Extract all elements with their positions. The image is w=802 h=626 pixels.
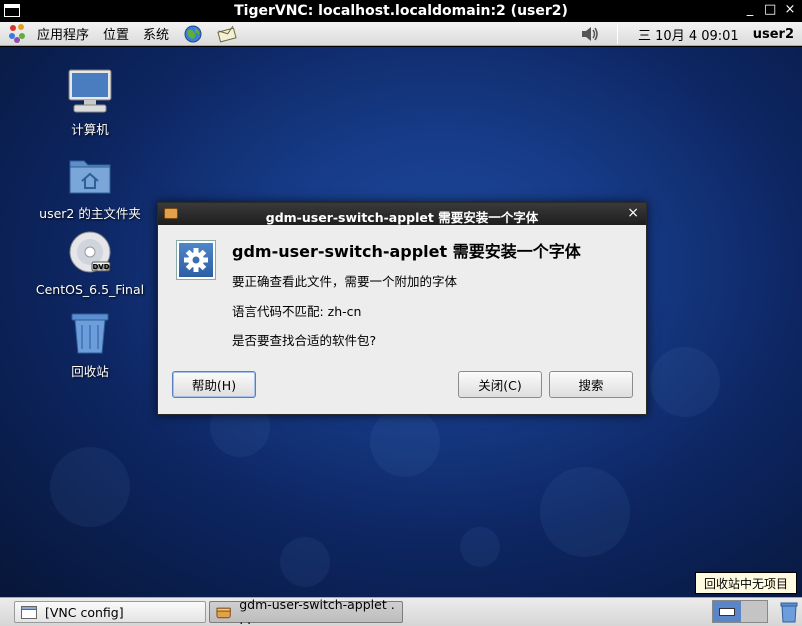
web-browser-icon[interactable] — [182, 24, 204, 44]
menu-applications[interactable]: 应用程序 — [30, 22, 96, 46]
desktop-icon-home-folder[interactable]: user2 的主文件夹 — [35, 151, 145, 222]
dvd-icon: DVD — [66, 230, 114, 278]
dialog-heading: gdm-user-switch-applet 需要安装一个字体 — [232, 242, 581, 261]
desktop-icon-label: CentOS_6.5_Final — [35, 282, 145, 297]
taskbar-item-dialog[interactable]: gdm-user-switch-applet . . . — [209, 597, 403, 626]
close-button[interactable]: × — [784, 2, 796, 17]
vnc-titlebar: TigerVNC: localhost.localdomain:2 (user2… — [0, 0, 802, 22]
menu-system[interactable]: 系统 — [136, 22, 176, 46]
panel-separator — [617, 24, 619, 44]
taskbar-item-label: [VNC config] — [45, 604, 124, 620]
dialog-title: gdm-user-switch-applet 需要安装一个字体 — [265, 210, 539, 225]
trash-icon — [66, 309, 114, 357]
desktop-icon-label: user2 的主文件夹 — [39, 206, 141, 221]
window-icon — [21, 605, 37, 619]
maximize-button[interactable]: □ — [764, 2, 776, 17]
package-icon — [216, 607, 231, 618]
menu-places[interactable]: 位置 — [96, 22, 136, 46]
trash-tooltip: 回收站中无项目 — [695, 572, 797, 594]
search-button[interactable]: 搜索 — [549, 371, 633, 398]
user-switcher[interactable]: user2 — [749, 27, 802, 42]
dialog-close-icon[interactable]: × — [627, 205, 639, 221]
dialog-message-line2: 语言代码不匹配: zh-cn — [232, 304, 362, 319]
gear-icon — [177, 241, 215, 279]
desktop-icon-label: 回收站 — [71, 364, 109, 379]
mail-icon[interactable] — [216, 24, 238, 44]
gnome-foot-icon[interactable] — [8, 23, 28, 44]
volume-icon[interactable] — [579, 24, 601, 44]
home-folder-icon — [66, 151, 114, 199]
bottom-panel: [VNC config] gdm-user-switch-applet . . … — [0, 597, 802, 626]
trash-applet-icon[interactable] — [779, 601, 799, 623]
workspace-2[interactable] — [741, 601, 767, 622]
taskbar-item-vnc-config[interactable]: [VNC config] — [14, 601, 206, 623]
desktop-icon-computer[interactable]: 计算机 — [35, 67, 145, 138]
top-panel: 应用程序 位置 系统 三 10月 4 09:01 user2 — [0, 22, 802, 46]
taskbar-item-label: gdm-user-switch-applet . . . — [239, 597, 395, 626]
dialog-message-line3: 是否要查找合适的软件包? — [232, 333, 377, 348]
minimize-button[interactable]: _ — [744, 2, 756, 17]
close-dialog-button[interactable]: 关闭(C) — [458, 371, 542, 398]
dialog-titlebar[interactable]: gdm-user-switch-applet 需要安装一个字体 × — [158, 203, 646, 225]
desktop-icon-trash[interactable]: 回收站 — [35, 309, 145, 380]
workspace-switcher[interactable] — [712, 600, 768, 623]
vnc-window-title: TigerVNC: localhost.localdomain:2 (user2… — [234, 3, 568, 19]
help-button[interactable]: 帮助(H) — [172, 371, 256, 398]
svg-text:DVD: DVD — [92, 263, 109, 271]
workspace-1[interactable] — [713, 601, 741, 622]
font-install-dialog: gdm-user-switch-applet 需要安装一个字体 × gdm-us… — [157, 202, 647, 415]
desktop-icon-dvd[interactable]: DVD CentOS_6.5_Final — [35, 230, 145, 297]
computer-icon — [66, 67, 114, 115]
dialog-message-line1: 要正确查看此文件，需要一个附加的字体 — [232, 274, 458, 289]
clock[interactable]: 三 10月 4 09:01 — [628, 25, 749, 44]
desktop-icon-label: 计算机 — [71, 122, 109, 137]
